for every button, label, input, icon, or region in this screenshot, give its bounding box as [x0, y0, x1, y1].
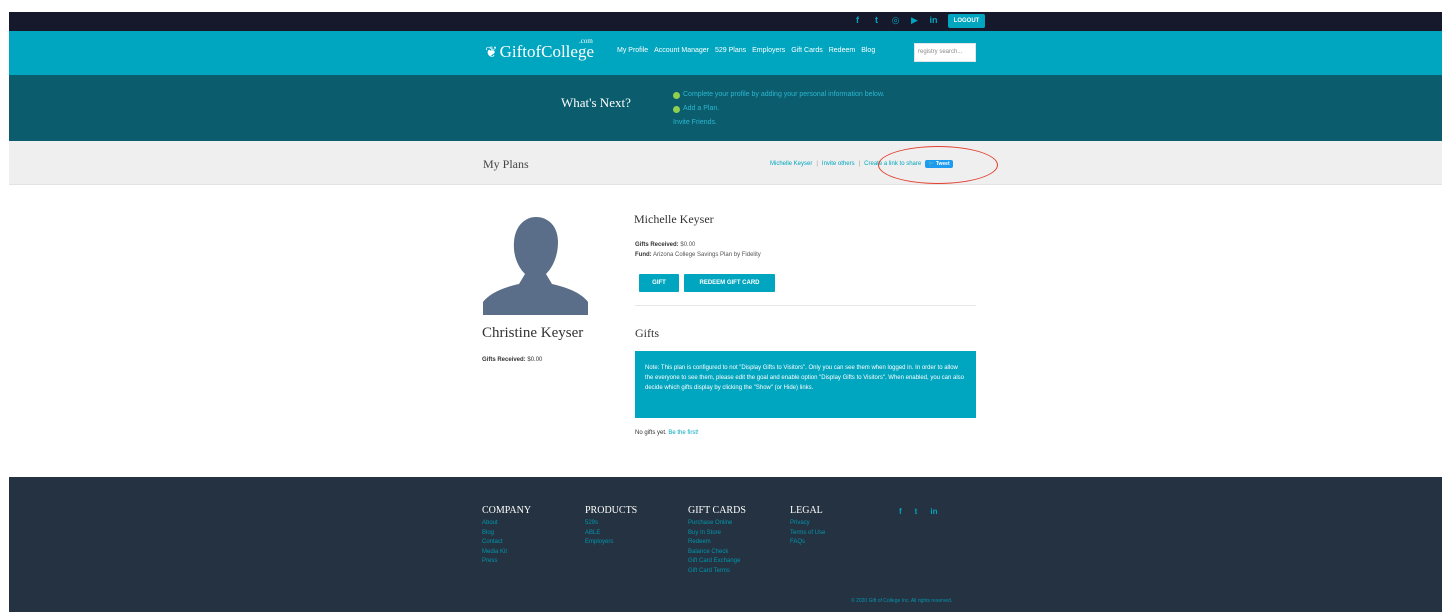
footer-link[interactable]: Gift Card Exchange [688, 557, 746, 567]
logout-button[interactable]: LOGOUT [948, 14, 985, 28]
beneficiary-name: Christine Keyser [482, 325, 584, 341]
youtube-icon[interactable]: ▶ [909, 15, 920, 26]
top-social-links: f t ◎ ▶ in [852, 15, 939, 26]
footer-link[interactable]: Contact [482, 538, 531, 548]
footer-link[interactable]: ABLE [585, 529, 637, 539]
logo-suffix: .com [579, 37, 593, 45]
avatar [483, 214, 588, 315]
footer-link[interactable]: Purchase Online [688, 519, 746, 529]
footer-link[interactable]: About [482, 519, 531, 529]
footer-heading: GIFT CARDS [688, 505, 746, 516]
footer-link[interactable]: Media Kit [482, 548, 531, 558]
be-the-first-link[interactable]: Be the first! [668, 430, 698, 436]
nav-links: My Profile Account Manager 529 Plans Emp… [617, 47, 875, 54]
footer-link[interactable]: Employers [585, 538, 637, 548]
nav-redeem[interactable]: Redeem [829, 47, 855, 54]
beneficiary-gifts-received: Gifts Received: $0.00 [482, 357, 543, 363]
whats-next-item[interactable]: Invite Friends. [673, 116, 885, 130]
footer-heading: PRODUCTS [585, 505, 638, 516]
twitter-icon[interactable]: t [915, 507, 918, 516]
footer-column-company: COMPANY About Blog Contact Media Kit Pre… [482, 505, 531, 567]
check-dot-icon [673, 105, 680, 113]
linkedin-icon[interactable]: in [930, 507, 937, 516]
footer-link[interactable]: Balance Check [688, 548, 746, 558]
gifts-heading: Gifts [635, 326, 659, 340]
nav-employers[interactable]: Employers [752, 47, 785, 54]
top-utility-bar: f t ◎ ▶ in LOGOUT [9, 12, 1442, 31]
person-silhouette-icon [483, 214, 588, 315]
facebook-icon[interactable]: f [852, 15, 863, 26]
footer-link[interactable]: FAQs [790, 538, 825, 548]
my-plans-bar: My Plans Michelle Keyser | Invite others… [9, 141, 1442, 185]
user-profile-link[interactable]: Michelle Keyser [770, 161, 812, 167]
logo[interactable]: ❦ GiftofCollege .com [485, 37, 594, 62]
logo-mark-icon: ❦ [485, 44, 498, 61]
no-gifts-message: No gifts yet. Be the first! [635, 430, 699, 436]
plan-owner-name: Michelle Keyser [634, 212, 714, 226]
annotation-circle [878, 146, 998, 184]
nav-account-manager[interactable]: Account Manager [654, 47, 709, 54]
footer-link[interactable]: 529s [585, 519, 637, 529]
twitter-icon[interactable]: t [871, 15, 882, 26]
footer-link[interactable]: Privacy [790, 519, 825, 529]
separator: | [858, 161, 861, 167]
check-dot-icon [673, 91, 680, 99]
footer-link[interactable]: Terms of Use [790, 529, 825, 539]
whats-next-item[interactable]: Complete your profile by adding your per… [673, 88, 885, 102]
nav-gift-cards[interactable]: Gift Cards [791, 47, 823, 54]
facebook-icon[interactable]: f [899, 507, 902, 516]
footer-social-links: f t in [899, 507, 937, 516]
whats-next-item[interactable]: Add a Plan. [673, 102, 885, 116]
linkedin-icon[interactable]: in [928, 15, 939, 26]
page-title: My Plans [483, 157, 529, 171]
nav-my-profile[interactable]: My Profile [617, 47, 648, 54]
footer-link[interactable]: Gift Card Terms [688, 567, 746, 577]
gift-button[interactable]: GIFT [639, 274, 679, 292]
registry-search-input[interactable]: registry search... [914, 43, 976, 62]
whats-next-list: Complete your profile by adding your per… [673, 88, 885, 130]
gifts-visibility-note: Note: This plan is configured to not "Di… [635, 351, 976, 418]
footer-link[interactable]: Buy In Store [688, 529, 746, 539]
nav-529-plans[interactable]: 529 Plans [715, 47, 746, 54]
whats-next-banner: What's Next? Complete your profile by ad… [9, 75, 1442, 141]
instagram-icon[interactable]: ◎ [890, 15, 901, 26]
footer-column-products: PRODUCTS 529s ABLE Employers [585, 505, 637, 548]
separator: | [816, 161, 818, 167]
main-navbar: ❦ GiftofCollege .com My Profile Account … [9, 31, 1442, 75]
footer-heading: LEGAL [790, 505, 823, 516]
footer-link[interactable]: Redeem [688, 538, 746, 548]
invite-others-link[interactable]: Invite others [822, 161, 855, 167]
footer-link[interactable]: Blog [482, 529, 531, 539]
whats-next-title: What's Next? [561, 95, 631, 110]
logo-text: GiftofCollege [499, 42, 594, 61]
footer-column-legal: LEGAL Privacy Terms of Use FAQs [790, 505, 825, 548]
plan-meta: Gifts Received: $0.00 Fund: Arizona Coll… [635, 242, 761, 258]
footer-link[interactable]: Press [482, 557, 531, 567]
redeem-gift-card-button[interactable]: REDEEM GIFT CARD [684, 274, 775, 292]
nav-blog[interactable]: Blog [861, 47, 875, 54]
footer-heading: COMPANY [482, 505, 532, 516]
copyright-text: © 2020 Gift of College Inc. All rights r… [851, 598, 953, 604]
footer-column-gift-cards: GIFT CARDS Purchase Online Buy In Store … [688, 505, 746, 577]
divider [635, 305, 976, 306]
site-footer: COMPANY About Blog Contact Media Kit Pre… [9, 477, 1442, 612]
